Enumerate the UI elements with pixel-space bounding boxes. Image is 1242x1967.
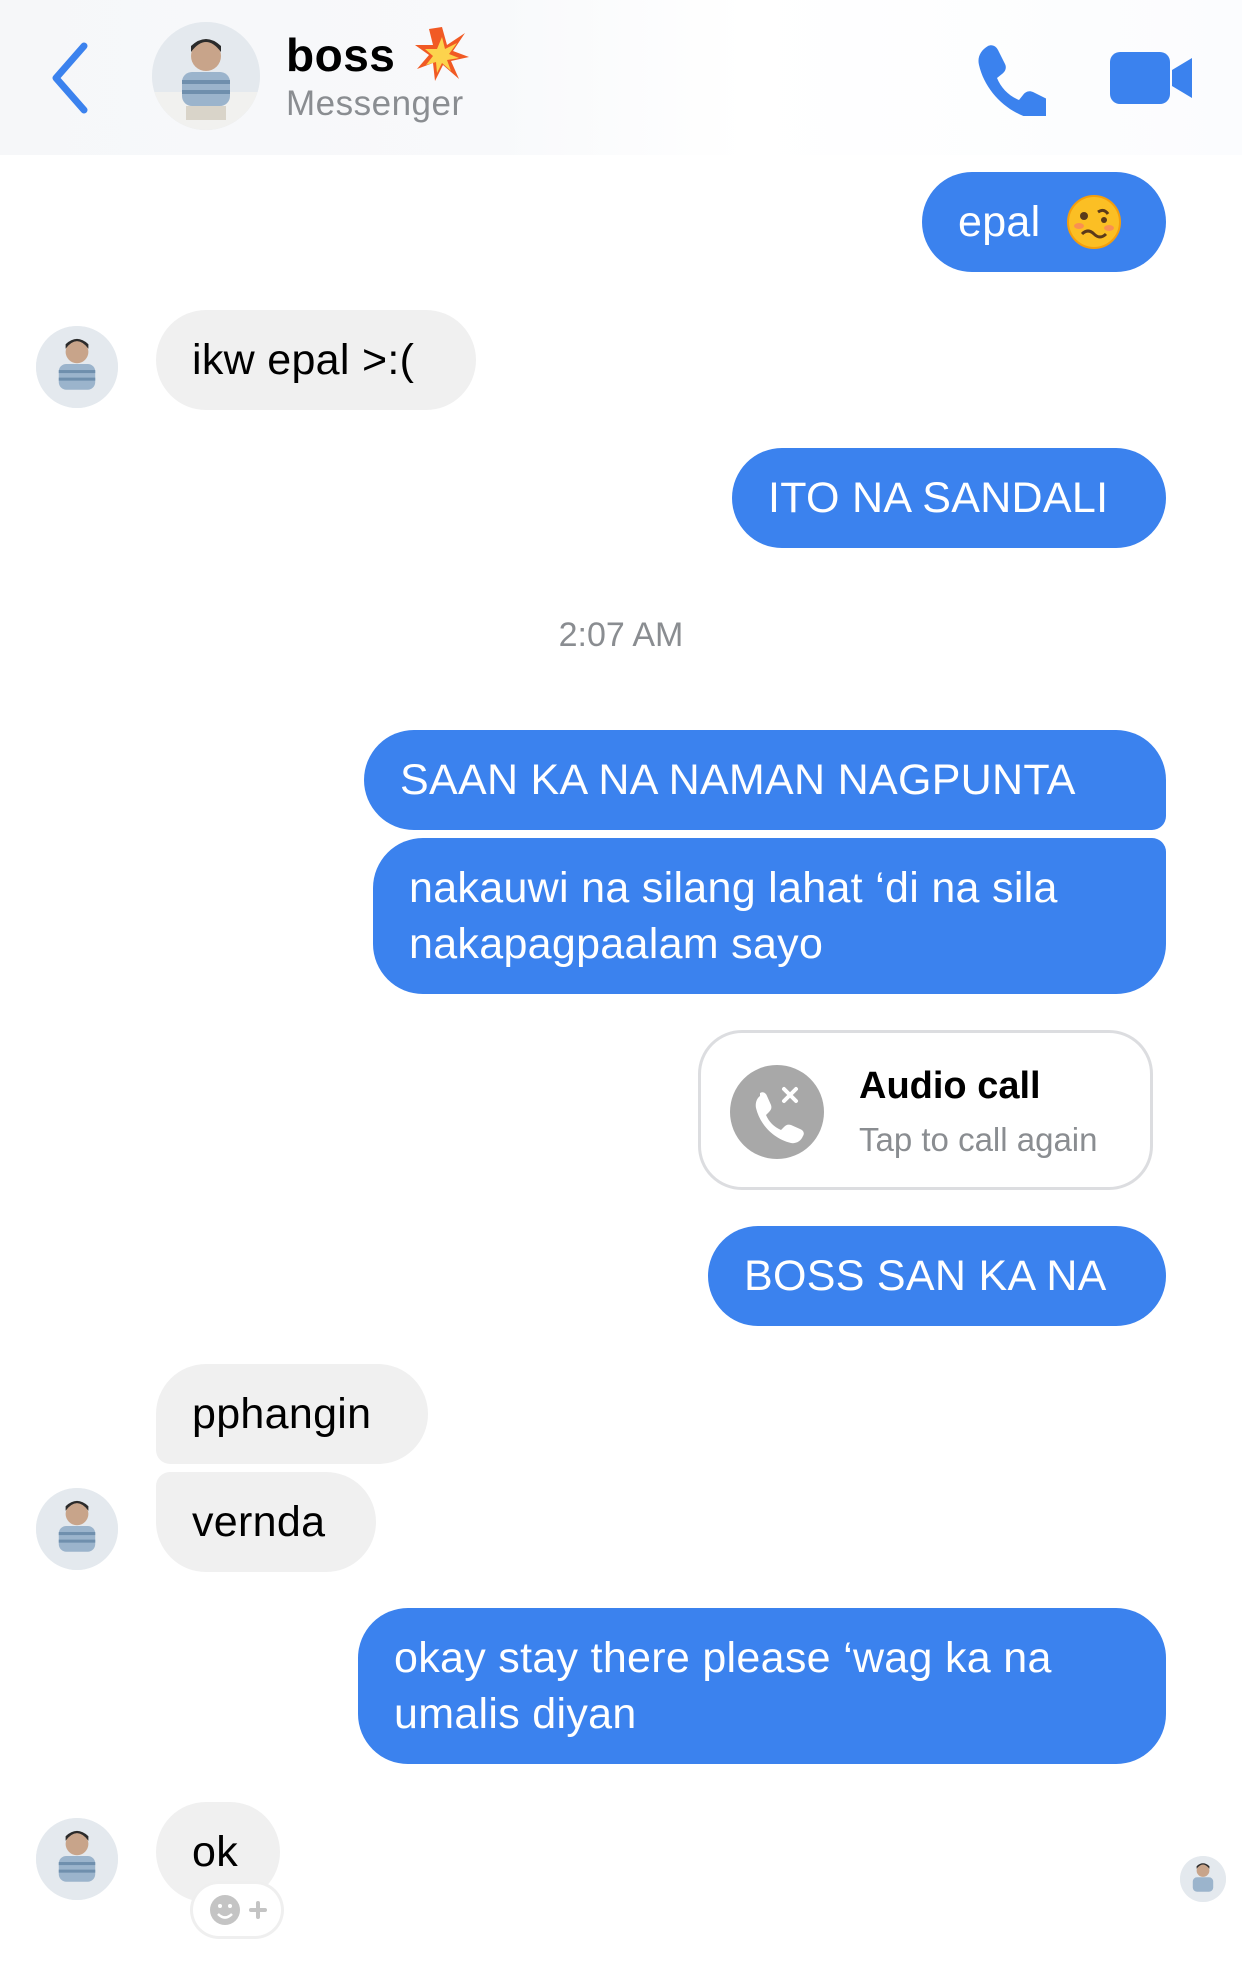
message-text-line: nakauwi na silang lahat ‘di na sila	[409, 864, 1058, 912]
message-text: BOSS SAN KA NA	[744, 1252, 1107, 1300]
call-subtitle: Tap to call again	[859, 1121, 1098, 1158]
contact-name[interactable]: boss	[286, 28, 395, 82]
message-text-line: umalis diyan	[394, 1690, 637, 1738]
timestamp: 2:07 AM	[558, 616, 684, 654]
my-message-bubble[interactable]: ITO NA SANDALI	[732, 448, 1166, 548]
their-message-bubble[interactable]: vernda	[156, 1472, 376, 1572]
my-message-bubble[interactable]: BOSS SAN KA NA	[708, 1226, 1166, 1326]
audio-call-card[interactable]: Audio call Tap to call again	[698, 1030, 1153, 1190]
message-text-line: okay stay there please ‘wag ka na	[394, 1634, 1052, 1682]
video-camera-icon[interactable]	[1110, 50, 1194, 106]
missed-call-icon	[730, 1065, 824, 1159]
phone-icon[interactable]	[974, 42, 1046, 116]
my-message-bubble[interactable]: SAAN KA NA NAMAN NAGPUNTA	[364, 730, 1166, 830]
message-text: SAAN KA NA NAMAN NAGPUNTA	[400, 756, 1076, 804]
add-reaction-button[interactable]	[193, 1884, 281, 1936]
message-text: epal	[958, 198, 1041, 246]
seen-indicator-avatar	[1180, 1856, 1226, 1902]
contact-avatar[interactable]	[152, 22, 260, 130]
contact-subtitle: Messenger	[286, 84, 464, 123]
my-message-bubble[interactable]: nakauwi na silang lahat ‘di na sila naka…	[373, 838, 1166, 994]
contact-avatar-small[interactable]	[36, 1818, 118, 1900]
my-message-bubble[interactable]: epal	[922, 172, 1166, 272]
message-text: pphangin	[192, 1390, 372, 1438]
their-message-bubble[interactable]: pphangin	[156, 1364, 428, 1464]
add-reaction-icon	[210, 1895, 267, 1925]
my-message-bubble[interactable]: okay stay there please ‘wag ka na umalis…	[358, 1608, 1166, 1764]
message-text: ITO NA SANDALI	[768, 474, 1109, 522]
call-title: Audio call	[859, 1065, 1041, 1107]
contact-avatar-small[interactable]	[36, 1488, 118, 1570]
message-text: ikw epal >:(	[192, 336, 415, 384]
chat-header: boss Messenger	[0, 0, 1242, 155]
message-text: ok	[192, 1828, 239, 1876]
collision-emoji-icon	[415, 27, 469, 81]
woozy-face-emoji-icon	[1067, 195, 1121, 249]
their-message-bubble[interactable]: ikw epal >:(	[156, 310, 476, 410]
message-text: vernda	[192, 1498, 326, 1546]
back-chevron-icon[interactable]	[50, 42, 90, 114]
message-text-line: nakapagpaalam sayo	[409, 920, 824, 968]
contact-avatar-small[interactable]	[36, 326, 118, 408]
